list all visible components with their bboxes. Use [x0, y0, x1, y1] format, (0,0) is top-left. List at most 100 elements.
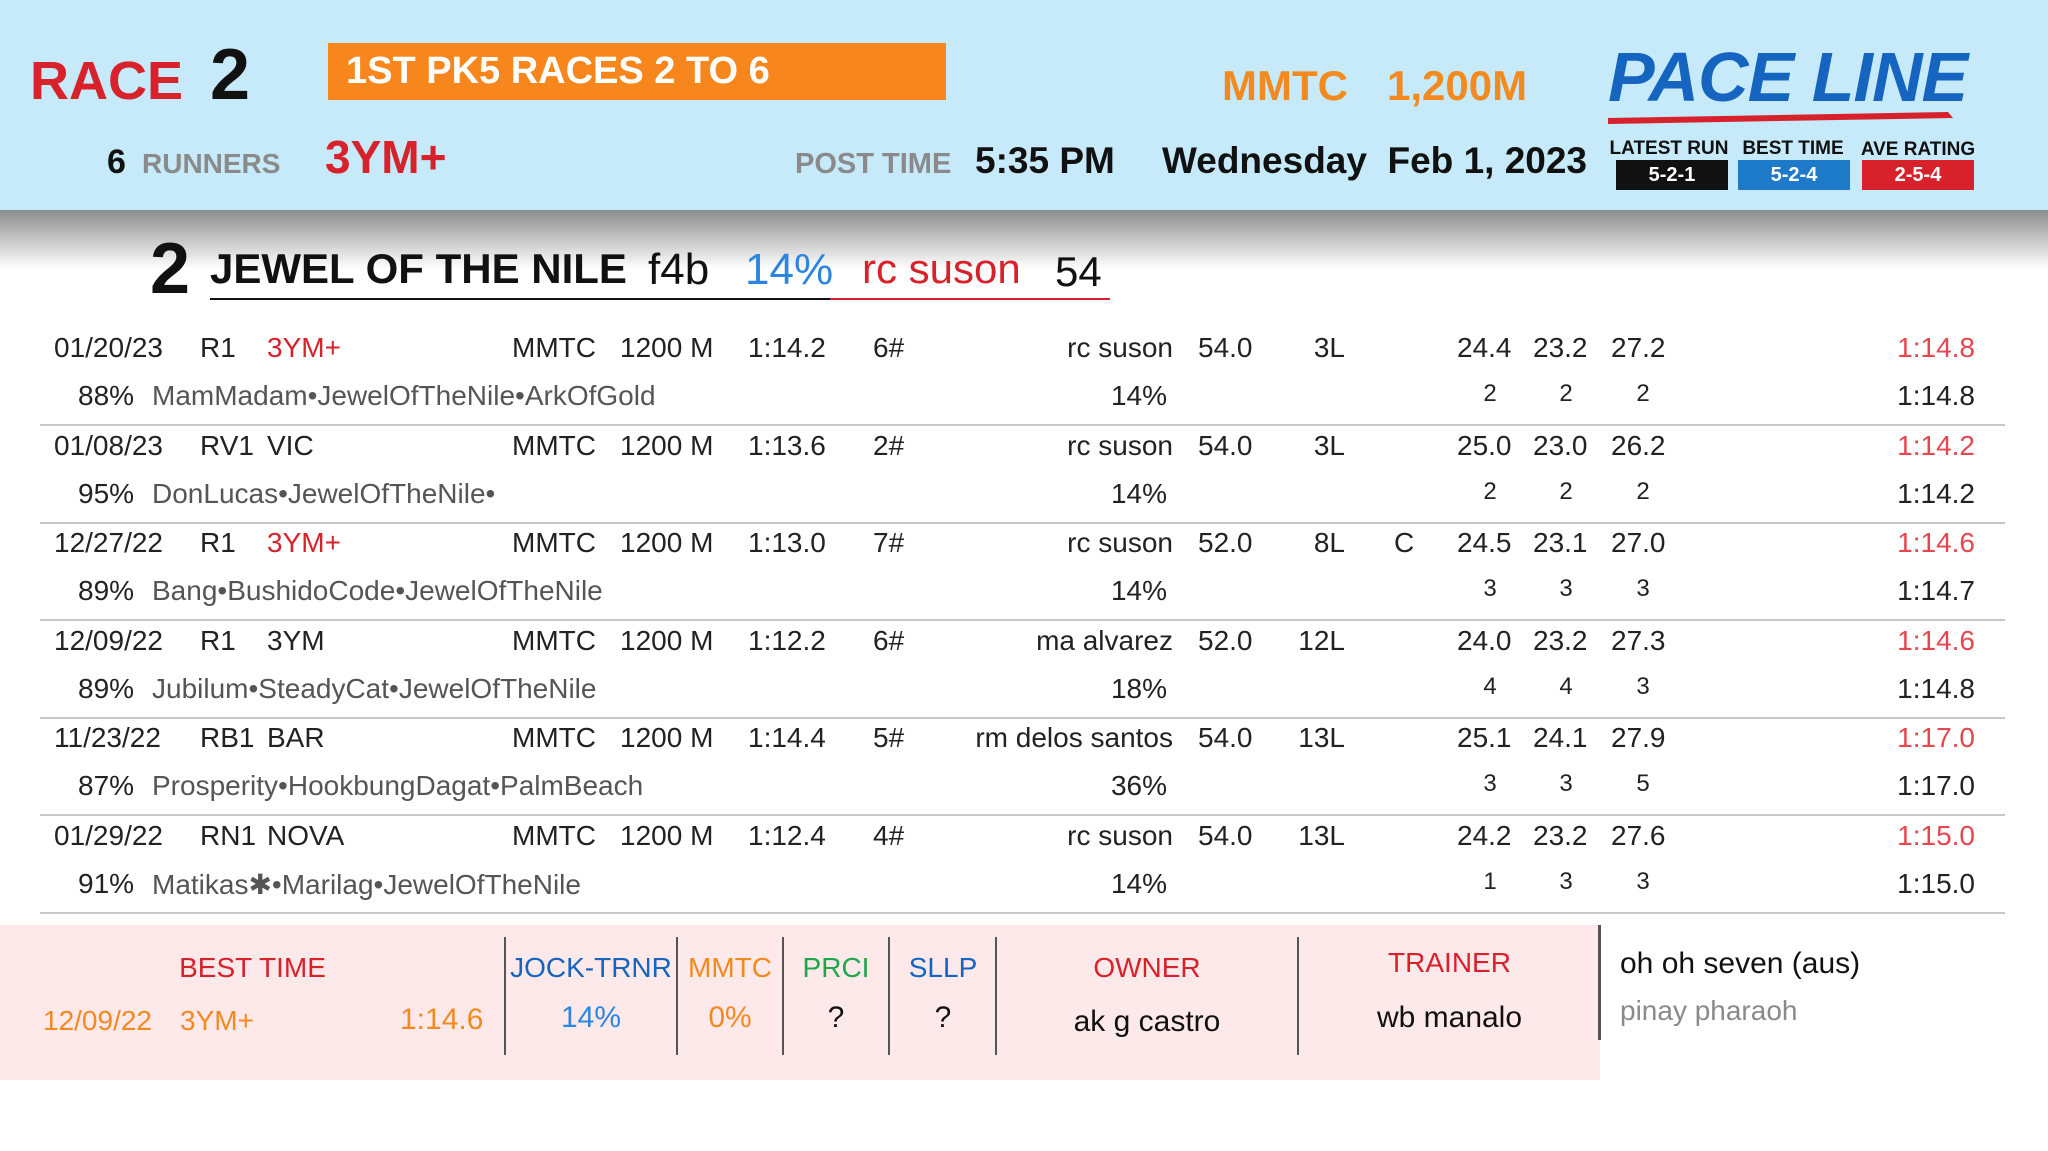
- jock-trnr-value: 14%: [560, 1001, 622, 1034]
- run-rating: 89%: [78, 575, 135, 606]
- owner-name: ak g castro: [1073, 1005, 1221, 1038]
- run-pos-1: 4: [1483, 672, 1497, 700]
- race-class: 3YM+: [325, 131, 447, 183]
- post-time-label: POST TIME: [795, 148, 952, 180]
- run-race: R1: [200, 527, 236, 558]
- horse-weight: 54: [1055, 248, 1102, 295]
- run-jockey-pct: 14%: [1110, 380, 1167, 411]
- run-race: RV1: [200, 429, 254, 461]
- mmtc-label: MMTC: [688, 952, 772, 983]
- run-adjusted-time: 1:14.7: [1897, 575, 1975, 606]
- horse-number: 2: [150, 229, 191, 309]
- runners-label: RUNNERS: [142, 148, 281, 179]
- run-race: R1: [200, 332, 236, 363]
- run-distance: 1200 M: [620, 429, 714, 461]
- sllp-value: ?: [934, 1001, 952, 1034]
- run-finishers: MamMadam•JewelOfTheNile•ArkOfGold: [152, 380, 656, 411]
- legend-ave-rating: 2-5-4: [1862, 160, 1974, 190]
- jockey-underline: [830, 298, 1110, 300]
- run-margin: 13L: [1298, 722, 1345, 753]
- run-adjusted-time: 1:15.0: [1897, 867, 1975, 899]
- run-finishers: Matikas✱•Marilag•JewelOfTheNile: [152, 868, 581, 900]
- row-divider: [40, 424, 2005, 426]
- run-adjusted-time: 1:17.0: [1897, 770, 1975, 801]
- run-final-time: 1:14.6: [1897, 624, 1975, 656]
- post-time: 5:35 PM: [975, 140, 1115, 181]
- run-adjusted-time: 1:14.2: [1897, 477, 1975, 509]
- run-finishers: DonLucas•JewelOfTheNile•: [152, 477, 496, 509]
- run-date: 01/20/23: [54, 332, 163, 363]
- dam-name: pinay pharaoh: [1620, 995, 1798, 1026]
- run-venue: MMTC: [512, 722, 596, 753]
- run-distance: 1200 M: [620, 722, 714, 753]
- run-adjusted-time: 1:14.8: [1897, 380, 1975, 411]
- row-divider: [40, 814, 2005, 816]
- best-class: 3YM+: [180, 1005, 254, 1036]
- legend-latest-run: 5-2-1: [1616, 160, 1728, 190]
- run-split-1: 25.1: [1457, 722, 1512, 753]
- run-margin: 3L: [1313, 332, 1345, 363]
- run-split-1: 24.2: [1457, 819, 1512, 851]
- prci-label: PRCI: [802, 952, 870, 983]
- legend-label-latest: LATEST RUN: [1609, 138, 1729, 159]
- footer-panel: BEST TIME 12/09/22 3YM+ 1:14.6 JOCK-TRNR…: [0, 925, 1600, 1080]
- run-distance: 1200 M: [620, 527, 714, 558]
- legend-best-time: 5-2-4: [1738, 160, 1850, 190]
- run-final-time: 1:14.2: [1897, 429, 1975, 461]
- run-margin: 13L: [1298, 819, 1345, 851]
- run-class: 3YM+: [267, 332, 341, 363]
- run-race: RN1: [200, 819, 257, 851]
- run-distance: 1200 M: [620, 819, 714, 851]
- row-divider: [40, 619, 2005, 621]
- run-pos-1: 3: [1483, 575, 1497, 602]
- run-jockey-pct: 14%: [1110, 575, 1167, 606]
- distance: 1,200M: [1387, 62, 1528, 109]
- run-split-1: 24.0: [1457, 624, 1512, 656]
- pace-line-logo: PACE LINE: [1608, 40, 1968, 130]
- sllp-label: SLLP: [908, 952, 978, 983]
- race-date: Wednesday Feb 1, 2023: [1162, 140, 1588, 181]
- run-adjusted-time: 1:14.8: [1897, 672, 1975, 704]
- run-class: 3YM: [267, 624, 325, 656]
- run-margin: 12L: [1298, 624, 1345, 656]
- run-date: 12/27/22: [54, 527, 163, 558]
- run-race: R1: [200, 624, 236, 656]
- run-jockey-pct: 36%: [1110, 770, 1167, 801]
- run-date: 01/08/23: [54, 429, 163, 461]
- run-class: VIC: [267, 429, 314, 461]
- jock-trnr-label: JOCK-TRNR: [510, 952, 672, 983]
- prci-value: ?: [827, 1001, 845, 1034]
- trainer-label: TRAINER: [1388, 947, 1511, 978]
- horse-underline: [210, 298, 830, 300]
- run-venue: MMTC: [512, 332, 596, 363]
- run-rating: 87%: [78, 770, 135, 801]
- run-date: 01/29/22: [54, 819, 163, 851]
- race-banner: 1ST PK5 RACES 2 TO 6: [328, 43, 946, 100]
- mmtc-value: 0%: [708, 1001, 752, 1034]
- run-pos-1: 1: [1483, 867, 1497, 895]
- run-split-1: 24.5: [1457, 527, 1512, 558]
- run-venue: MMTC: [512, 624, 596, 656]
- runners-count: 6: [107, 143, 126, 181]
- run-split-1: 25.0: [1457, 429, 1512, 461]
- run-final-time: 1:14.8: [1897, 332, 1975, 363]
- horse-name: JEWEL OF THE NILE: [210, 245, 627, 292]
- row-divider: [40, 521, 2005, 524]
- run-rating: 95%: [78, 477, 135, 509]
- trainer-name: wb manalo: [1376, 1001, 1523, 1034]
- best-date: 12/09/22: [43, 1005, 152, 1036]
- run-final-time: 1:17.0: [1897, 722, 1975, 753]
- run-date: 11/23/22: [54, 722, 161, 753]
- best-time: 1:14.6: [400, 1003, 484, 1036]
- run-final-time: 1:15.0: [1897, 819, 1975, 851]
- run-pos-1: 2: [1483, 380, 1497, 407]
- run-rating: 91%: [78, 867, 135, 899]
- run-race: RB1: [200, 722, 255, 753]
- run-margin: 8L: [1313, 527, 1345, 558]
- run-pos-1: 2: [1483, 477, 1497, 505]
- run-jockey-pct: 18%: [1110, 672, 1167, 704]
- horse-pct: 14%: [745, 245, 834, 294]
- row-divider: [40, 911, 2005, 914]
- run-pos-1: 3: [1483, 770, 1497, 797]
- race-number: 2: [210, 35, 251, 115]
